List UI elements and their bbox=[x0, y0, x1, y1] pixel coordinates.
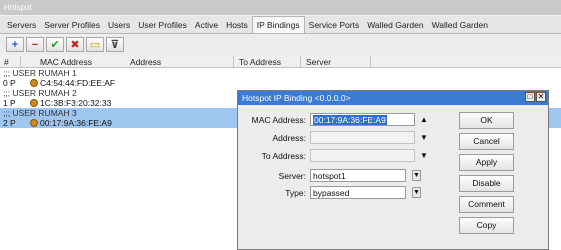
tab-server-profiles[interactable]: Server Profiles bbox=[40, 17, 104, 33]
type-select[interactable]: bypassed bbox=[310, 186, 406, 199]
disable-button[interactable]: Disable bbox=[459, 175, 514, 192]
row-flag: P bbox=[10, 98, 16, 108]
type-row: Type: bypassed ▼ bbox=[238, 186, 438, 200]
tab-hosts[interactable]: Hosts bbox=[222, 17, 252, 33]
server-label: Server: bbox=[278, 171, 306, 181]
address-field[interactable] bbox=[310, 131, 415, 144]
row-number: 0 bbox=[3, 78, 8, 88]
server-row: Server: hotspot1 ▼ bbox=[238, 169, 438, 183]
to-address-row: To Address: ▼ bbox=[238, 149, 438, 163]
dialog-title: Hotspot IP Binding <0.0.0.0> bbox=[242, 93, 351, 103]
column-header-number[interactable]: # bbox=[4, 57, 9, 67]
filter-icon[interactable]: ⊽ bbox=[106, 37, 124, 52]
dialog-titlebar[interactable]: Hotspot IP Binding <0.0.0.0> □ ✕ bbox=[238, 91, 548, 105]
add-icon[interactable]: + bbox=[6, 37, 24, 52]
row-number: 1 bbox=[3, 98, 8, 108]
type-dropdown-icon[interactable]: ▼ bbox=[412, 187, 421, 198]
comment-icon[interactable]: ▭ bbox=[86, 37, 104, 52]
dropdown-arrow-icon[interactable]: ▼ bbox=[420, 133, 428, 142]
remove-icon[interactable]: − bbox=[26, 37, 44, 52]
address-row: Address: ▼ bbox=[238, 131, 438, 145]
dropdown-arrow-icon[interactable]: ▼ bbox=[420, 151, 428, 160]
table-row[interactable]: 0 P C4:54:44:FD:EE:AF bbox=[0, 78, 561, 88]
type-label: Type: bbox=[285, 188, 306, 198]
to-address-label: To Address: bbox=[261, 151, 306, 161]
toolbar: + − ✔ ✖ ▭ ⊽ bbox=[0, 35, 561, 55]
passthrough-icon bbox=[30, 99, 38, 107]
mac-address-field[interactable]: 00:17:9A:36:FE:A9 bbox=[310, 113, 415, 126]
passthrough-icon bbox=[30, 79, 38, 87]
table-header: # MAC Address Address To Address Server bbox=[0, 56, 561, 68]
collapse-arrow-icon[interactable]: ▲ bbox=[420, 115, 428, 124]
enable-icon[interactable]: ✔ bbox=[46, 37, 64, 52]
row-comment: ;;; USER RUMAH 1 bbox=[3, 68, 77, 78]
dialog-buttons: OK Cancel Apply Disable Comment Copy bbox=[459, 112, 515, 238]
column-header-address[interactable]: Address bbox=[130, 57, 161, 67]
copy-button[interactable]: Copy bbox=[459, 217, 514, 234]
column-header-to-address[interactable]: To Address bbox=[239, 57, 281, 67]
row-flag: P bbox=[10, 118, 16, 128]
tab-walled-garden[interactable]: Walled Garden bbox=[363, 17, 427, 33]
row-comment: ;;; USER RUMAH 2 bbox=[3, 88, 77, 98]
tab-servers[interactable]: Servers bbox=[3, 17, 40, 33]
table-row[interactable]: ;;; USER RUMAH 1 bbox=[0, 68, 561, 78]
row-mac: C4:54:44:FD:EE:AF bbox=[40, 78, 116, 88]
close-icon[interactable]: ✕ bbox=[536, 92, 546, 102]
tab-users[interactable]: Users bbox=[104, 17, 134, 33]
tab-walled-garden-ip[interactable]: Walled Garden bbox=[428, 17, 492, 33]
passthrough-icon bbox=[30, 119, 38, 127]
cancel-button[interactable]: Cancel bbox=[459, 133, 514, 150]
server-select[interactable]: hotspot1 bbox=[310, 169, 406, 182]
row-comment: ;;; USER RUMAH 3 bbox=[3, 108, 77, 118]
ip-binding-dialog: Hotspot IP Binding <0.0.0.0> □ ✕ MAC Add… bbox=[237, 90, 549, 250]
ok-button[interactable]: OK bbox=[459, 112, 514, 129]
column-header-mac[interactable]: MAC Address bbox=[40, 57, 92, 67]
mac-address-row: MAC Address: 00:17:9A:36:FE:A9 ▲ bbox=[238, 113, 438, 127]
column-header-server[interactable]: Server bbox=[306, 57, 331, 67]
tab-user-profiles[interactable]: User Profiles bbox=[134, 17, 191, 33]
comment-button[interactable]: Comment bbox=[459, 196, 514, 213]
apply-button[interactable]: Apply bbox=[459, 154, 514, 171]
disable-icon[interactable]: ✖ bbox=[66, 37, 84, 52]
window-title: Hotspot bbox=[0, 0, 561, 15]
tab-active[interactable]: Active bbox=[191, 17, 222, 33]
row-mac: 1C:3B:F3:20:32:33 bbox=[40, 98, 112, 108]
tab-bar: Servers Server Profiles Users User Profi… bbox=[0, 16, 561, 34]
row-number: 2 bbox=[3, 118, 8, 128]
maximize-icon[interactable]: □ bbox=[525, 92, 535, 102]
address-label: Address: bbox=[272, 133, 306, 143]
row-flag: P bbox=[10, 78, 16, 88]
to-address-field[interactable] bbox=[310, 149, 415, 162]
tab-service-ports[interactable]: Service Ports bbox=[305, 17, 364, 33]
row-mac: 00:17:9A:36:FE:A9 bbox=[40, 118, 112, 128]
tab-ip-bindings[interactable]: IP Bindings bbox=[251, 16, 305, 33]
mac-address-label: MAC Address: bbox=[251, 115, 306, 125]
server-dropdown-icon[interactable]: ▼ bbox=[412, 170, 421, 181]
